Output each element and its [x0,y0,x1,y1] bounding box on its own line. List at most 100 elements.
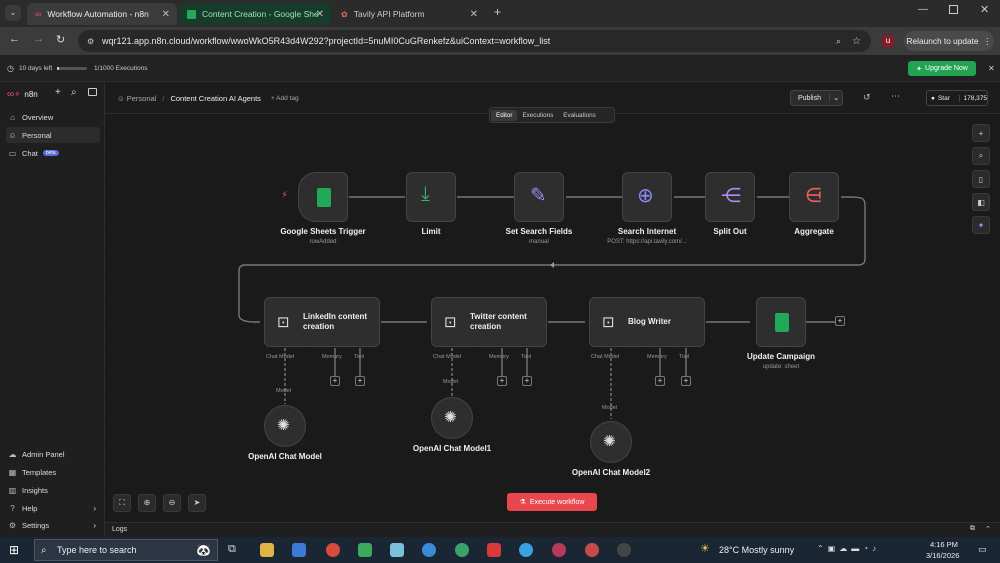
node-linkedin-content-creation[interactable]: ⊡ LinkedIn content creation [264,297,380,347]
add-node-button[interactable]: + [835,316,845,326]
store-icon[interactable] [292,543,306,557]
back-icon[interactable]: ← [9,33,20,45]
upgrade-button[interactable]: ✦ Upgrade Now [908,61,976,76]
sidebar-item-chat[interactable]: ▭ Chat beta [6,145,100,161]
relaunch-button[interactable]: Relaunch to update ⋮ [904,31,994,51]
pop-out-icon[interactable]: ⧉ [970,525,975,533]
tray-icons[interactable]: ⌃▣☁▬◔♪ [817,544,880,553]
more-options-icon[interactable]: ⋯ [891,91,900,102]
zoom-out-button[interactable]: ⊖ [163,494,181,512]
profile-avatar[interactable]: u [881,34,895,48]
weather-text[interactable]: 28°C Mostly sunny [719,545,794,555]
node-aggregate[interactable]: ⋳ [789,172,839,222]
node-google-sheets-trigger[interactable] [298,172,348,222]
tab-tavily[interactable]: ✿ Tavily API Platform ✕ [333,3,485,25]
clock-date[interactable]: 3/16/2026 [926,551,959,560]
windows-start-icon[interactable]: ⊞ [9,543,19,557]
tab-n8n[interactable]: ∞ Workflow Automation - n8n ✕ [27,3,177,25]
chrome-profile-icon[interactable] [455,543,469,557]
node-split-out[interactable]: ⋲ [705,172,755,222]
github-star-button[interactable]: ● Star 178,375 [926,90,988,106]
minimize-button[interactable]: — [918,4,928,15]
add-tool-button[interactable]: + [681,376,691,386]
add-icon[interactable]: + [55,87,61,98]
notification-icon[interactable]: ▭ [978,544,987,555]
history-icon[interactable]: ↺ [863,92,871,103]
close-window-button[interactable]: ✕ [980,3,989,16]
add-tag-button[interactable]: + Add tag [271,95,299,102]
forward-icon[interactable]: → [33,33,44,45]
zoom-in-button[interactable]: ⊕ [138,494,156,512]
site-info-icon[interactable]: ⚙ [87,37,94,46]
clock-time[interactable]: 4:16 PM [930,540,958,549]
tab-search-button[interactable]: ⌄ [5,5,21,21]
node-set-search-fields[interactable]: ✎ [514,172,564,222]
sidebar-item-admin-panel[interactable]: ☁ Admin Panel [6,446,100,462]
node-twitter-content-creation[interactable]: ⊡ Twitter content creation [431,297,547,347]
breadcrumb-project[interactable]: ☺ Personal [117,94,156,103]
app-bird-icon[interactable] [519,543,533,557]
reload-icon[interactable]: ↻ [56,33,65,46]
sticky-note-button[interactable]: ▯ [972,170,990,188]
logs-panel-bar[interactable]: Logs ⧉ ⌃ [105,522,1000,537]
sidebar-item-personal[interactable]: ☺ Personal [6,127,100,143]
maximize-button[interactable] [949,5,958,14]
chrome-profile-icon[interactable] [552,543,566,557]
app-leaf-icon[interactable] [390,543,404,557]
node-openai-chat-model1[interactable]: ✺ [431,397,473,439]
workflow-canvas[interactable]: Editor Executions Evaluations ⚡ Google S… [105,107,965,522]
sidebar-item-insights[interactable]: ▥ Insights [6,482,100,498]
ai-assistant-button[interactable]: ✦ [972,216,990,234]
pointer-tool-button[interactable]: ➤ [188,494,206,512]
add-memory-button[interactable]: + [655,376,665,386]
expand-icon[interactable]: ⌃ [985,525,991,533]
recorder-icon[interactable] [617,543,631,557]
sidebar-item-settings[interactable]: ⚙ Settings › [6,517,100,533]
node-search-internet[interactable]: ⊕ [622,172,672,222]
new-tab-button[interactable]: + [494,5,501,19]
close-icon[interactable]: ✕ [316,9,324,20]
fit-view-button[interactable]: ⛶ [113,494,131,512]
add-tool-button[interactable]: + [355,376,365,386]
url-field[interactable]: ⚙ wqr121.app.n8n.cloud/workflow/wwoWkO5R… [78,30,871,52]
sidebar-item-help[interactable]: ? Help › [6,500,100,516]
chrome-active-icon[interactable] [585,543,599,557]
port-tool-label: Tool [354,354,365,360]
chevron-down-icon[interactable]: ⌄ [829,94,842,102]
n8n-logo-icon: ∞∘ [7,89,21,100]
node-update-campaign[interactable] [756,297,806,347]
tab-google-sheets[interactable]: Content Creation - Google She ✕ [179,3,331,25]
chrome-icon[interactable] [326,543,340,557]
workflow-name[interactable]: Content Creation AI Agents [170,94,260,103]
close-icon[interactable]: ✕ [162,9,170,20]
port-chat-model-label: Chat Model [266,354,295,360]
collapse-sidebar-icon[interactable] [88,88,97,96]
close-icon[interactable]: ✕ [470,9,478,20]
app-blue-icon[interactable] [422,543,436,557]
search-icon[interactable]: ⌕ [71,87,77,98]
node-openai-chat-model2[interactable]: ✺ [590,421,632,463]
n8n-logo[interactable]: ∞∘ n8n [7,89,38,100]
node-limit[interactable]: ⤓ [406,172,456,222]
close-banner-icon[interactable]: ✕ [988,64,995,73]
add-node-panel-button[interactable]: + [972,124,990,142]
wps-icon[interactable] [487,543,501,557]
add-memory-button[interactable]: + [497,376,507,386]
panel-toggle-button[interactable]: ◧ [972,193,990,211]
publish-button[interactable]: Publish ⌄ [790,90,843,106]
app-cube-icon[interactable] [358,543,372,557]
bookmark-star-icon[interactable]: ☆ [852,36,861,47]
robot-icon: ⊡ [602,314,615,331]
execute-workflow-button[interactable]: ⚗ Execute workflow [507,493,597,511]
taskbar-search-input[interactable]: ⌕ Type here to search 🐼 [34,539,218,561]
node-openai-chat-model[interactable]: ✺ [264,405,306,447]
search-nodes-button[interactable]: ⌕ [972,147,990,165]
task-view-icon[interactable]: ⧉ [228,543,236,556]
zoom-icon[interactable]: ⌕ [836,36,841,47]
file-explorer-icon[interactable] [260,543,274,557]
sidebar-item-templates[interactable]: ▦ Templates [6,464,100,480]
node-blog-writer[interactable]: ⊡ Blog Writer [589,297,705,347]
add-memory-button[interactable]: + [330,376,340,386]
sidebar-item-overview[interactable]: ⌂ Overview [6,109,100,125]
add-tool-button[interactable]: + [522,376,532,386]
